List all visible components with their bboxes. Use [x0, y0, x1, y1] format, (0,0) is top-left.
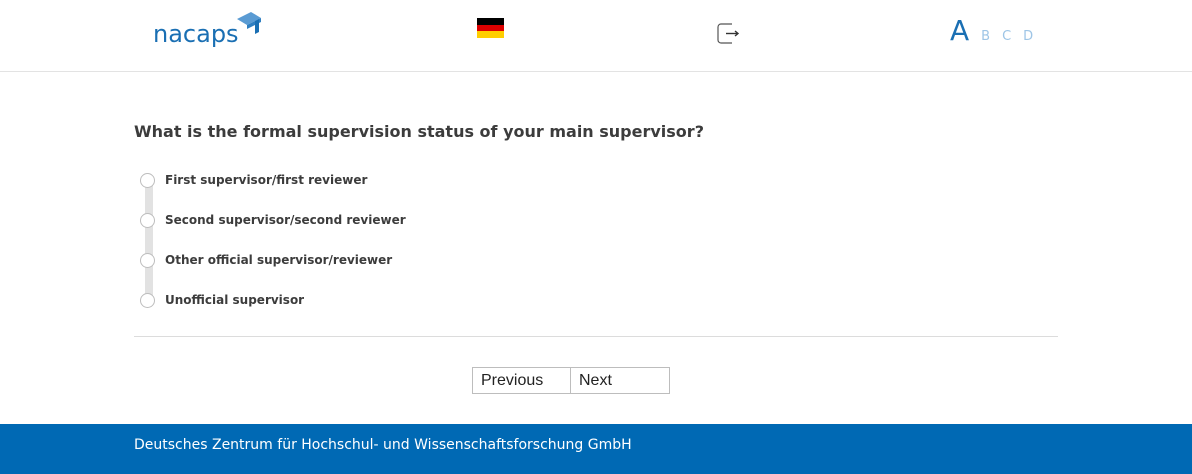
option-label: Other official supervisor/reviewer	[165, 253, 393, 267]
logo-mark-icon	[236, 12, 261, 34]
font-size-a[interactable]: A	[950, 14, 969, 47]
answer-options: First supervisor/first reviewer Second s…	[140, 170, 540, 310]
logout-icon[interactable]	[717, 23, 740, 44]
radio-button[interactable]	[140, 212, 155, 228]
option-unofficial[interactable]: Unofficial supervisor	[140, 290, 304, 310]
radio-button[interactable]	[140, 172, 155, 188]
survey-page: nacaps A B C D What is the formal superv…	[0, 0, 1192, 474]
radio-button[interactable]	[140, 292, 155, 308]
option-label: First supervisor/first reviewer	[165, 173, 368, 187]
font-size-b[interactable]: B	[981, 29, 990, 44]
germany-flag-icon[interactable]	[477, 18, 504, 39]
radio-button[interactable]	[140, 252, 155, 268]
nacaps-logo[interactable]: nacaps	[153, 10, 263, 50]
font-size-d[interactable]: D	[1023, 29, 1033, 44]
font-size-c[interactable]: C	[1002, 29, 1011, 44]
divider	[134, 336, 1058, 337]
footer-text: Deutsches Zentrum für Hochschul- und Wis…	[134, 437, 632, 453]
font-size-switcher: A B C D	[950, 14, 1045, 47]
option-label: Unofficial supervisor	[165, 293, 305, 307]
question-title: What is the formal supervision status of…	[134, 122, 704, 141]
navigation-buttons: Previous Next	[472, 367, 670, 394]
option-first-supervisor[interactable]: First supervisor/first reviewer	[140, 170, 367, 190]
page-header: nacaps A B C D	[0, 0, 1192, 72]
option-second-supervisor[interactable]: Second supervisor/second reviewer	[140, 210, 406, 230]
option-label: Second supervisor/second reviewer	[165, 213, 406, 227]
next-button[interactable]: Next	[571, 367, 670, 394]
previous-button[interactable]: Previous	[472, 367, 571, 394]
option-other-official[interactable]: Other official supervisor/reviewer	[140, 250, 392, 270]
page-footer: Deutsches Zentrum für Hochschul- und Wis…	[0, 424, 1192, 474]
logo-text: nacaps	[153, 20, 239, 48]
options-rail	[145, 180, 153, 300]
